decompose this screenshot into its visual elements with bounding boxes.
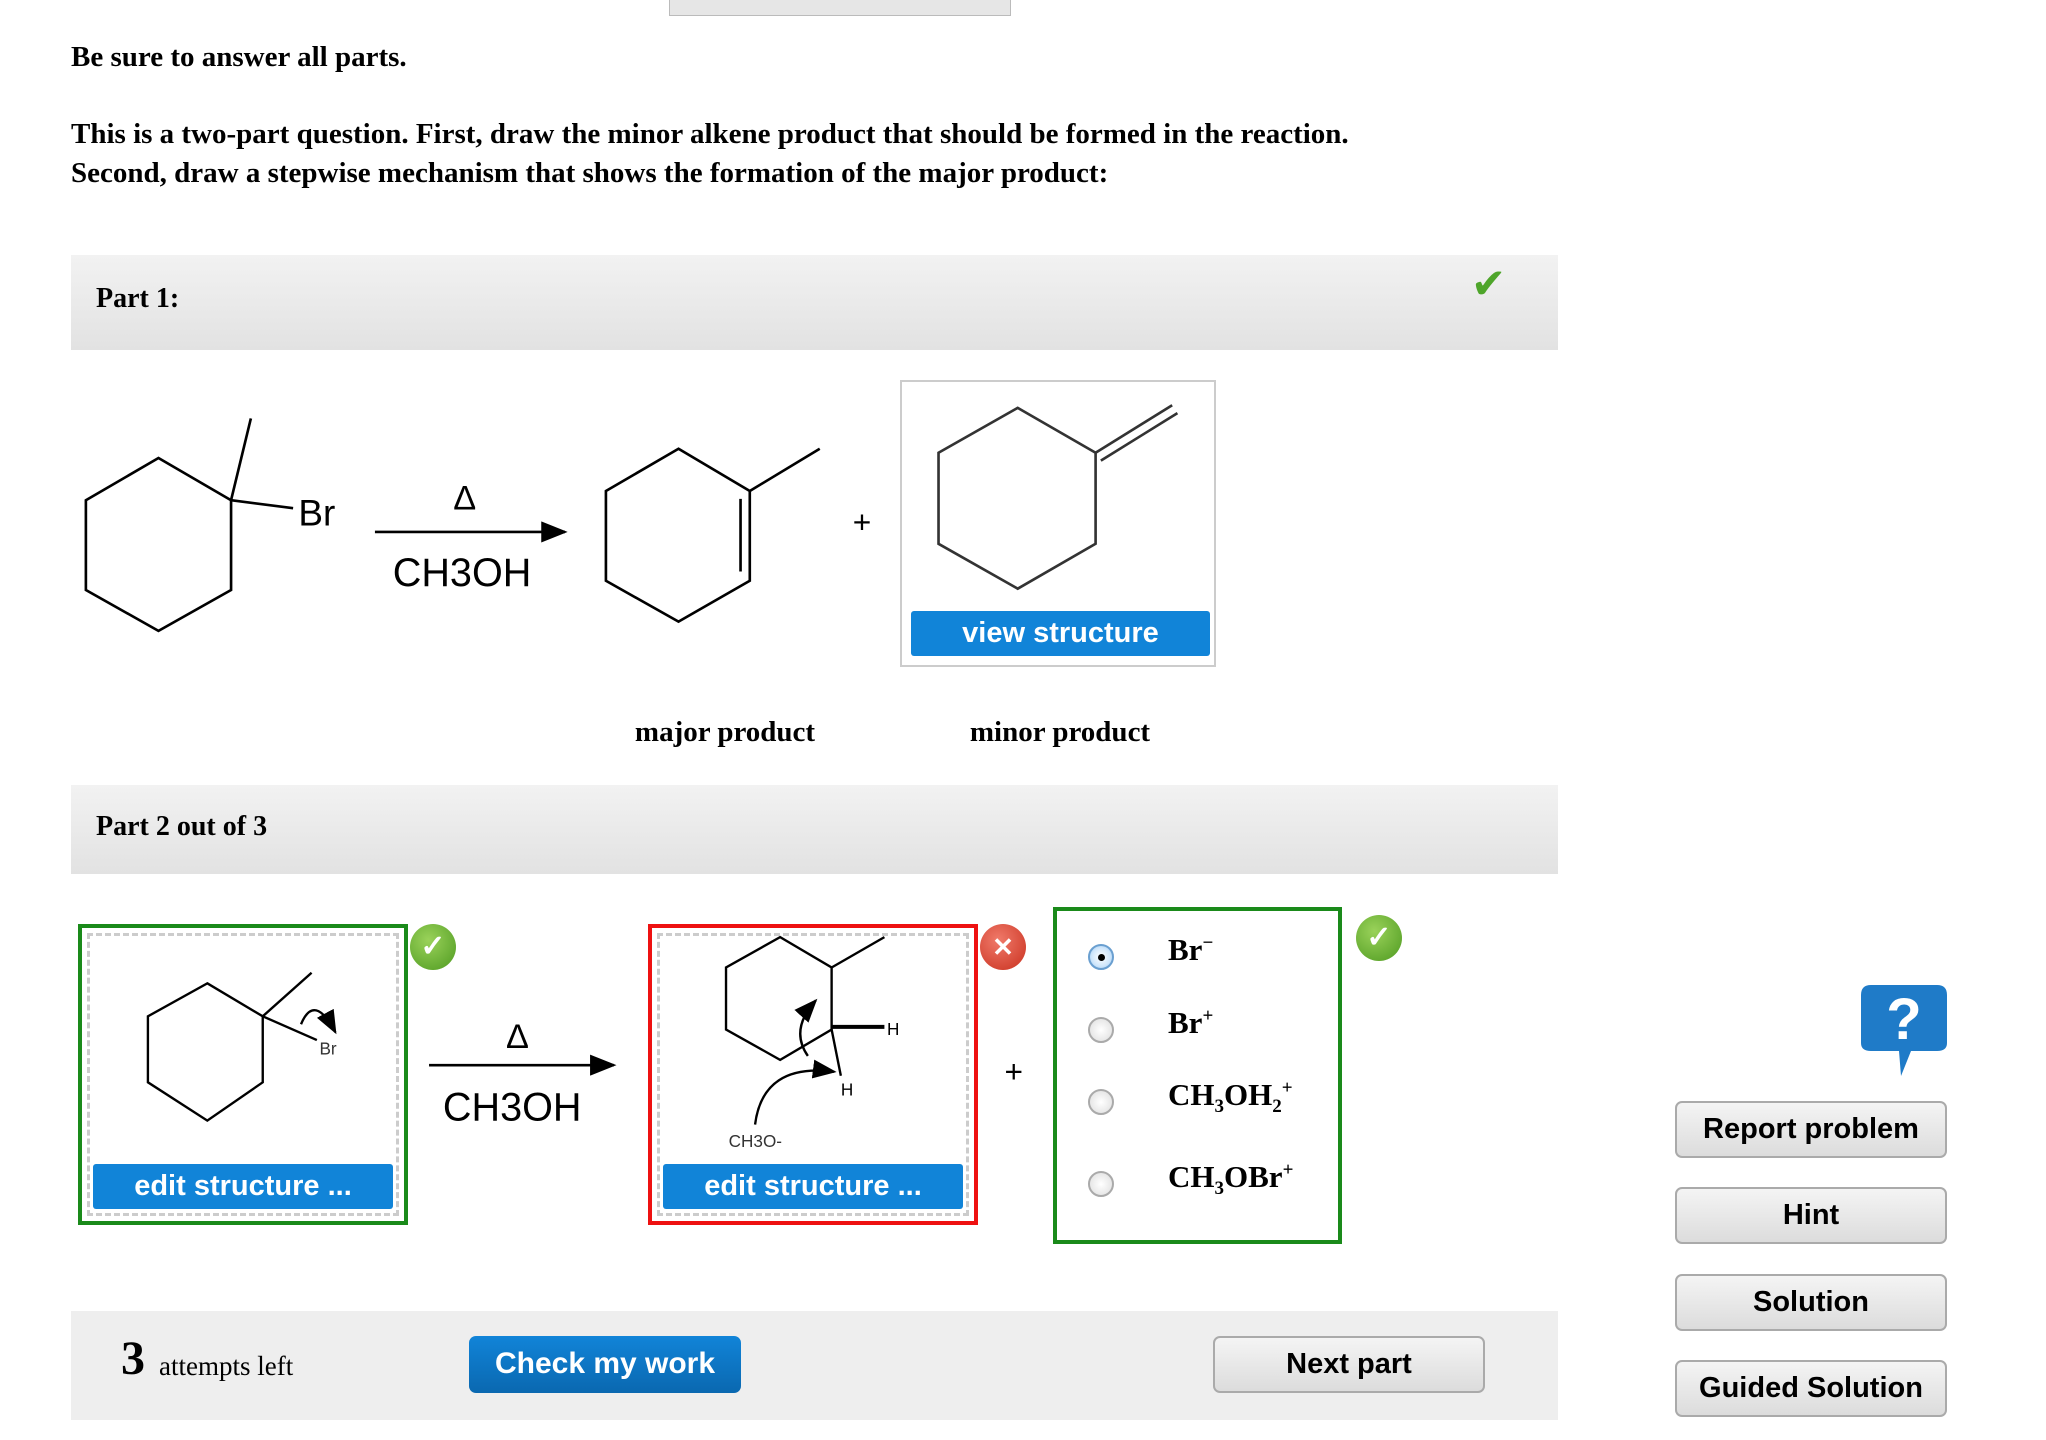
plus-sign: + — [1005, 1053, 1024, 1089]
option-radio[interactable] — [1088, 1017, 1114, 1043]
view-structure-button[interactable]: view structure — [911, 611, 1210, 656]
br-label: Br — [298, 492, 335, 533]
minor-product-label: minor product — [969, 716, 1151, 748]
solution-button[interactable]: Solution — [1675, 1274, 1947, 1331]
next-part-button[interactable]: Next part — [1213, 1336, 1485, 1393]
major-product-label: major product — [634, 716, 816, 748]
option-radio[interactable] — [1088, 1171, 1114, 1197]
edit-structure-button-2[interactable]: edit structure ... — [663, 1164, 963, 1209]
guided-solution-button[interactable]: Guided Solution — [1675, 1360, 1947, 1417]
part2-title: Part 2 out of 3 — [96, 811, 268, 842]
help-question-icon[interactable]: ? — [1861, 985, 1947, 1076]
edit-structure-button-1[interactable]: edit structure ... — [93, 1164, 393, 1209]
option-label[interactable]: Br− — [1168, 932, 1213, 968]
report-problem-button[interactable]: Report problem — [1675, 1101, 1947, 1158]
option-label[interactable]: CH3OH2+ — [1168, 1077, 1293, 1118]
checkmark-icon: ✔ — [1471, 259, 1507, 308]
reactant-structure — [84, 418, 294, 633]
part1-header: Part 1: ✔ — [71, 255, 1558, 350]
solvent-label: CH3OH — [393, 551, 532, 595]
heat-symbol: Δ — [506, 1018, 529, 1056]
incorrect-x-icon: ✕ — [980, 924, 1026, 970]
part2-header: Part 2 out of 3 — [71, 785, 1558, 874]
top-scroll-tab — [669, 0, 1011, 16]
instruction-line: Be sure to answer all parts. — [71, 41, 407, 73]
correct-check-icon: ✓ — [410, 924, 456, 970]
option-radio[interactable] — [1088, 944, 1114, 970]
part1-title: Part 1: — [96, 283, 180, 314]
plus-sign: + — [853, 504, 872, 540]
option-label[interactable]: Br+ — [1168, 1005, 1213, 1041]
attempts-label: attempts left — [159, 1351, 294, 1381]
major-product-structure — [604, 447, 821, 624]
option-label[interactable]: CH3OBr+ — [1168, 1159, 1293, 1200]
question-line-1: This is a two-part question. First, draw… — [71, 118, 1349, 150]
question-line-2: Second, draw a stepwise mechanism that s… — [71, 157, 1109, 189]
hint-button[interactable]: Hint — [1675, 1187, 1947, 1244]
heat-symbol: Δ — [453, 479, 476, 517]
option-radio[interactable] — [1088, 1089, 1114, 1115]
attempts-count: 3 — [121, 1332, 145, 1385]
svg-text:?: ? — [1886, 987, 1921, 1052]
correct-check-icon: ✓ — [1356, 915, 1402, 961]
check-my-work-button[interactable]: Check my work — [469, 1336, 741, 1393]
solvent-label: CH3OH — [443, 1086, 582, 1130]
